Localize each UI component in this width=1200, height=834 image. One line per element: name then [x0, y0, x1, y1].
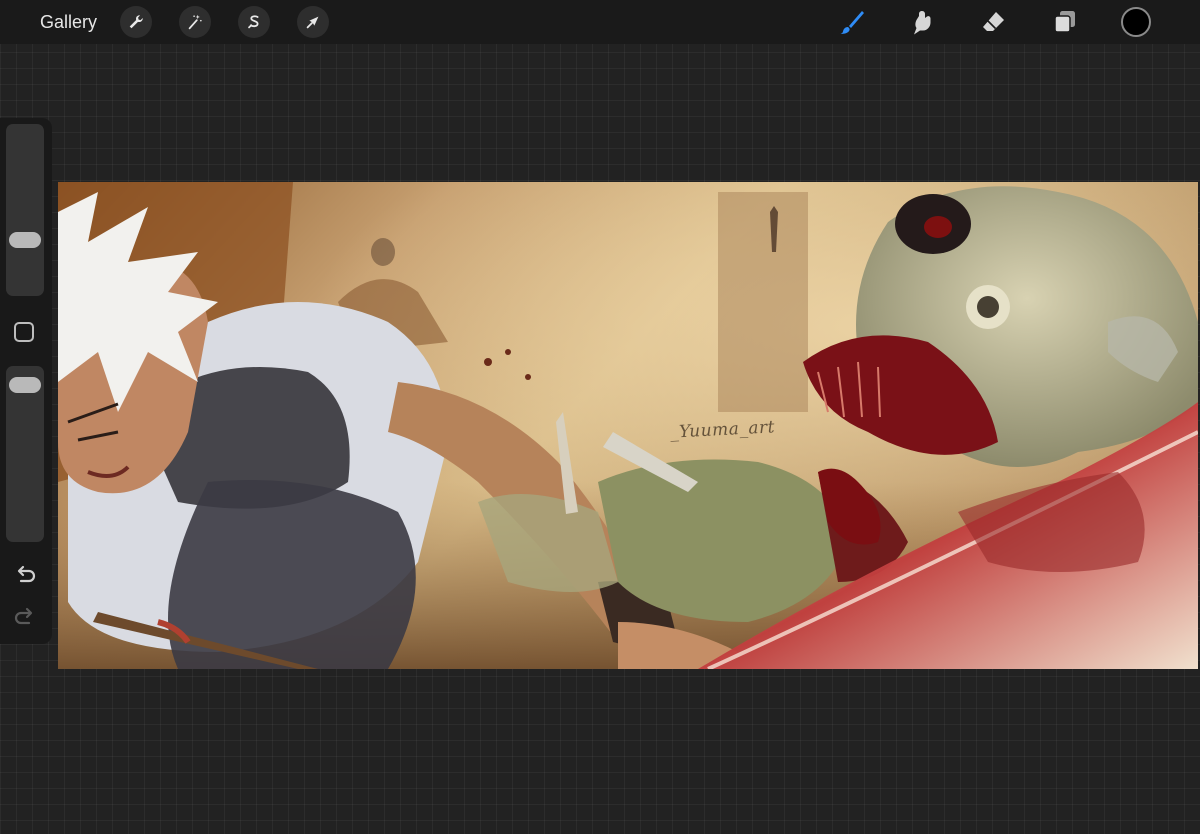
layers-icon [1054, 11, 1075, 33]
selection-s-icon [248, 15, 259, 29]
smudge-tool-button[interactable] [907, 6, 939, 38]
brush-icon [840, 11, 864, 34]
transform-arrow-icon [306, 16, 319, 29]
layers-button[interactable] [1049, 6, 1081, 38]
transform-button[interactable] [297, 6, 329, 38]
sidebar [0, 118, 52, 644]
undo-icon[interactable] [12, 562, 38, 588]
magic-wand-icon [188, 14, 202, 30]
top-toolbar: Gallery [0, 0, 1200, 44]
redo-icon[interactable] [12, 604, 38, 630]
eraser-tool-button[interactable] [978, 6, 1010, 38]
brush-tool-button[interactable] [836, 6, 868, 38]
smudge-icon [914, 11, 931, 35]
selection-button[interactable] [238, 6, 270, 38]
brush-size-thumb[interactable] [9, 232, 41, 248]
color-picker-swatch[interactable] [1121, 7, 1151, 37]
modify-button[interactable] [14, 322, 34, 342]
brush-size-slider[interactable] [6, 124, 44, 296]
adjustments-button[interactable] [179, 6, 211, 38]
gallery-button[interactable]: Gallery [40, 11, 97, 33]
opacity-slider[interactable] [6, 366, 44, 542]
procreate-app: Gallery _Yuuma_art [0, 0, 1200, 834]
actions-button[interactable] [120, 6, 152, 38]
opacity-thumb[interactable] [9, 376, 41, 393]
canvas-artwork[interactable]: _Yuuma_art [58, 182, 1198, 669]
wrench-icon [129, 15, 143, 29]
artwork-painting [58, 182, 1198, 669]
eraser-icon [983, 12, 1004, 31]
